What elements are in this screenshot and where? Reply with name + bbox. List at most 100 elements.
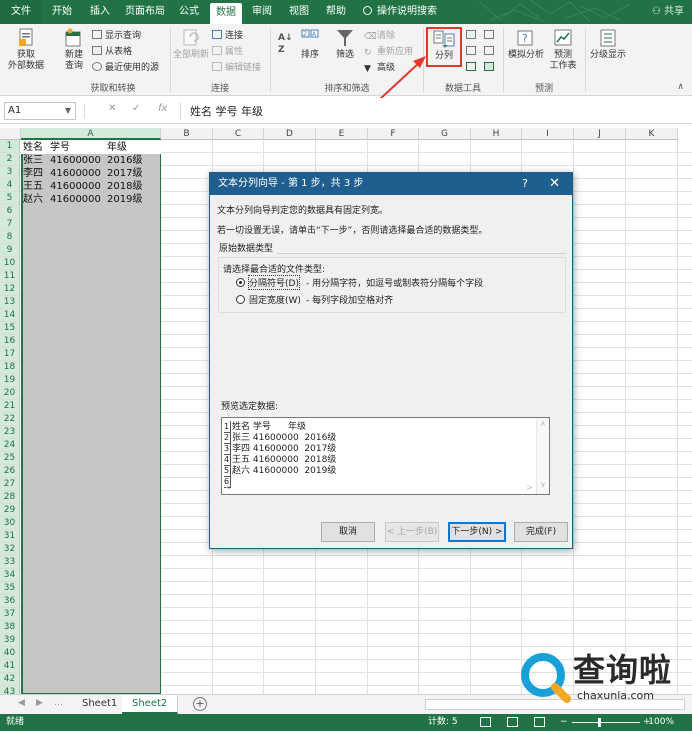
preview-vertical-scrollbar[interactable]: ∧ ∨ (536, 418, 549, 494)
column-header-b[interactable]: B (161, 128, 213, 140)
close-icon[interactable]: ✕ (549, 173, 560, 195)
column-header-c[interactable]: C (213, 128, 264, 140)
help-icon[interactable]: ? (522, 173, 528, 195)
tab-review[interactable]: 审阅 (252, 0, 272, 24)
scroll-sheets-left-icon[interactable]: ◀ (18, 698, 25, 708)
row-header[interactable]: 17 (0, 348, 20, 361)
cell-value[interactable]: 41600000 (50, 193, 101, 206)
delimited-option-label[interactable]: 分隔符号(D) (248, 275, 300, 290)
scroll-sheets-right-icon[interactable]: ▶ (36, 698, 43, 708)
tell-me-search[interactable]: 操作说明搜索 (363, 0, 437, 24)
row-header[interactable]: 24 (0, 439, 20, 452)
column-header-k[interactable]: K (626, 128, 678, 140)
row-header[interactable]: 15 (0, 322, 20, 335)
cell-value[interactable]: 王五 (23, 180, 43, 193)
tab-view[interactable]: 视图 (289, 0, 309, 24)
scroll-down-icon[interactable]: ∨ (540, 480, 546, 489)
flash-fill-button[interactable] (466, 30, 479, 42)
zoom-out-icon[interactable]: − (560, 714, 568, 731)
scroll-left-icon[interactable]: < (225, 483, 232, 492)
row-header[interactable]: 20 (0, 387, 20, 400)
consolidate-button[interactable] (484, 30, 497, 42)
cell-value[interactable]: 赵六 (23, 193, 43, 206)
zoom-slider[interactable] (572, 722, 640, 723)
clear-filter-button[interactable]: ⌫清除 (364, 30, 395, 42)
row-header[interactable]: 31 (0, 530, 20, 543)
cancel-icon[interactable]: ✕ (108, 103, 116, 114)
row-header[interactable]: 3 (0, 166, 20, 179)
new-query-button[interactable]: 新建 查询 (58, 28, 90, 72)
scroll-up-icon[interactable]: ∧ (540, 419, 546, 428)
chevron-down-icon[interactable]: ▼ (65, 103, 71, 119)
cell-value[interactable]: 张三 (23, 154, 43, 167)
row-header[interactable]: 9 (0, 244, 20, 257)
page-break-view-icon[interactable] (534, 717, 545, 727)
refresh-all-button[interactable]: 全部刷新 (172, 28, 210, 61)
forecast-sheet-button[interactable]: 预测 工作表 (546, 28, 580, 72)
cell-value[interactable]: 2019级 (107, 193, 142, 206)
row-header[interactable]: 33 (0, 556, 20, 569)
cell-value[interactable]: 41600000 (50, 154, 101, 167)
cell-value[interactable]: 2017级 (107, 167, 142, 180)
column-header-e[interactable]: E (316, 128, 368, 140)
column-header-f[interactable]: F (368, 128, 419, 140)
tab-help[interactable]: 帮助 (326, 0, 346, 24)
normal-view-icon[interactable] (480, 717, 491, 727)
row-header[interactable]: 18 (0, 361, 20, 374)
zoom-level[interactable]: 100% (648, 714, 674, 731)
row-header[interactable]: 27 (0, 478, 20, 491)
fixed-width-option-label[interactable]: 固定宽度(W) (249, 293, 301, 306)
cell-value[interactable]: 41600000 (50, 180, 101, 193)
cell-value[interactable]: 2018级 (107, 180, 142, 193)
row-header[interactable]: 25 (0, 452, 20, 465)
filter-button[interactable]: 筛选 (330, 28, 360, 61)
back-button[interactable]: < 上一步(B) (385, 522, 439, 542)
edit-links-button[interactable]: 编辑链接 (212, 62, 261, 74)
insert-function-icon[interactable]: fx (158, 103, 167, 114)
row-header[interactable]: 19 (0, 374, 20, 387)
row-header[interactable]: 7 (0, 218, 20, 231)
tab-page-layout[interactable]: 页面布局 (125, 0, 165, 24)
row-header[interactable]: 41 (0, 660, 20, 673)
properties-button[interactable]: 属性 (212, 46, 243, 58)
row-header[interactable]: 29 (0, 504, 20, 517)
row-header[interactable]: 34 (0, 569, 20, 582)
row-header[interactable]: 5 (0, 192, 20, 205)
row-header[interactable]: 21 (0, 400, 20, 413)
data-preview-box[interactable]: 1 姓名 学号 年级 2 张三 41600000 2016级 3 李四 41600000 … (221, 417, 550, 495)
preview-horizontal-scrollbar[interactable]: < > (222, 483, 536, 494)
row-header[interactable]: 26 (0, 465, 20, 478)
row-header[interactable]: 43 (0, 686, 20, 694)
advanced-filter-button[interactable]: ▼ 高级 (364, 62, 395, 74)
cell-value[interactable]: 2016级 (107, 154, 142, 167)
formula-input[interactable]: 姓名 学号 年级 (190, 103, 263, 119)
remove-duplicates-button[interactable] (466, 46, 479, 58)
page-layout-view-icon[interactable] (507, 717, 518, 727)
row-header[interactable]: 12 (0, 283, 20, 296)
row-header[interactable]: 36 (0, 595, 20, 608)
relationships-button[interactable] (484, 46, 497, 58)
column-header-h[interactable]: H (471, 128, 522, 140)
column-header-i[interactable]: I (522, 128, 574, 140)
cell-value[interactable]: 年级 (107, 141, 127, 154)
get-external-data-button[interactable]: 获取 外部数据 (4, 28, 48, 72)
cell-value[interactable]: 李四 (23, 167, 43, 180)
enter-icon[interactable]: ✓ (132, 103, 140, 114)
tab-insert[interactable]: 插入 (90, 0, 110, 24)
row-header[interactable]: 16 (0, 335, 20, 348)
row-header[interactable]: 23 (0, 426, 20, 439)
tab-home[interactable]: 开始 (52, 0, 72, 24)
row-header[interactable]: 11 (0, 270, 20, 283)
row-header[interactable]: 6 (0, 205, 20, 218)
row-header[interactable]: 4 (0, 179, 20, 192)
row-header[interactable]: 22 (0, 413, 20, 426)
radio-fixed-width[interactable] (236, 295, 245, 304)
radio-delimited[interactable] (236, 278, 245, 287)
data-validation-button[interactable] (466, 62, 479, 74)
row-header[interactable]: 1 (0, 140, 20, 153)
column-header-d[interactable]: D (264, 128, 316, 140)
sheet-tab-sheet2[interactable]: Sheet2 (122, 695, 179, 714)
row-header[interactable]: 42 (0, 673, 20, 686)
tab-file[interactable]: 文件 (0, 0, 42, 24)
tab-formulas[interactable]: 公式 (179, 0, 199, 24)
